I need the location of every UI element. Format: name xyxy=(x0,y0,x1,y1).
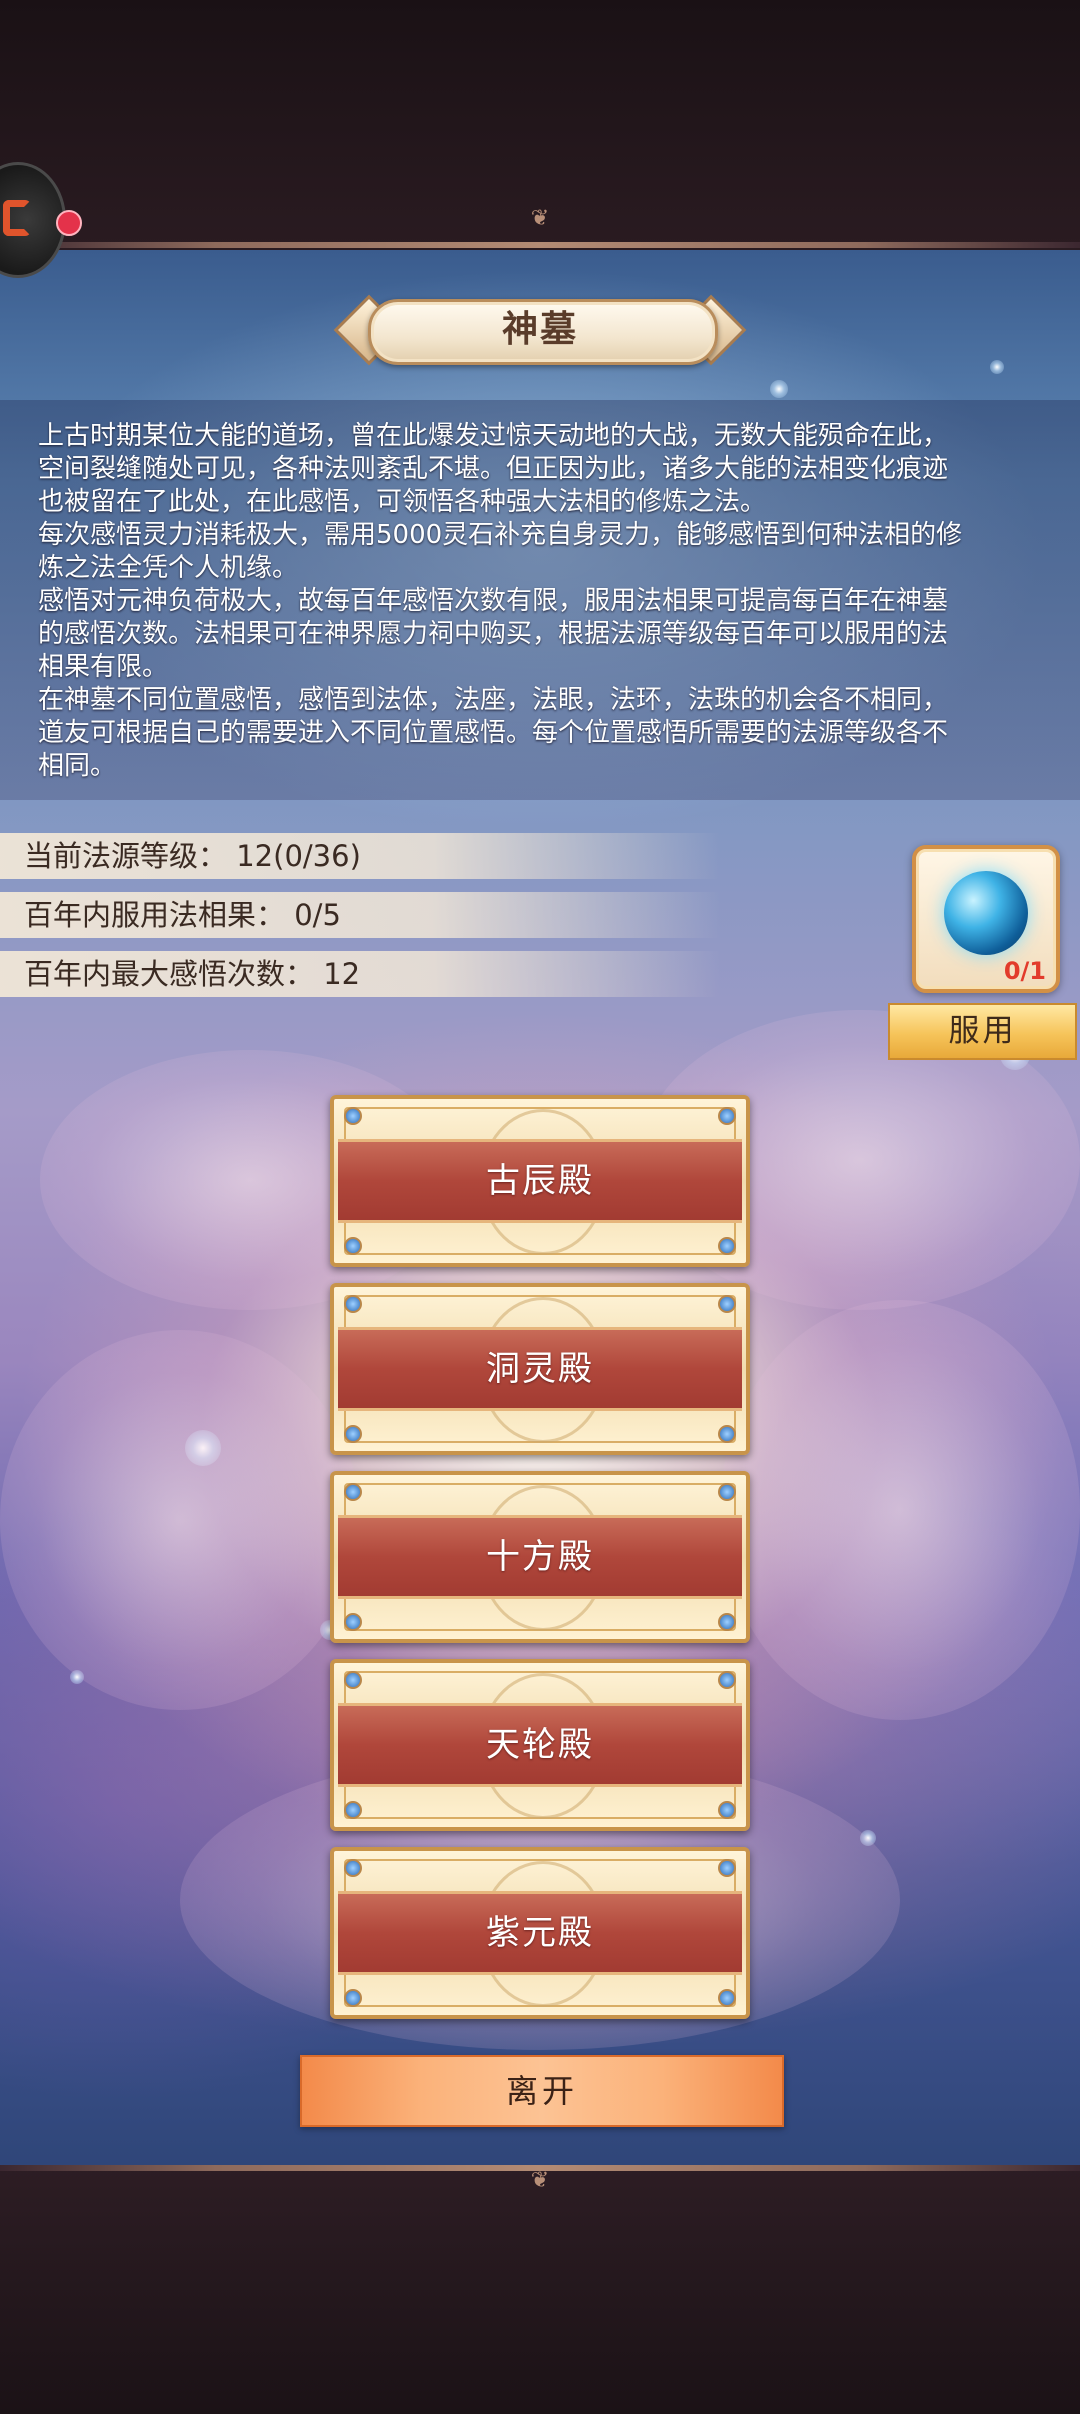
title-banner: 神墓 xyxy=(330,294,750,366)
game-screen: ❦ ❦ 神墓 上古时期某位大能的道场，曾在此爆发过惊天动地的大战，无数大能殒命在… xyxy=(0,0,1080,2414)
gem-icon xyxy=(718,1801,736,1819)
blue-orb-icon xyxy=(944,871,1028,955)
gem-icon xyxy=(718,1859,736,1877)
gem-icon xyxy=(718,1425,736,1443)
star-icon xyxy=(990,360,1004,374)
gem-icon xyxy=(344,1237,362,1255)
gem-icon xyxy=(344,1425,362,1443)
stat-value: 12 xyxy=(323,957,361,991)
cloud-decoration xyxy=(0,1330,360,1710)
hall-button-shifang[interactable]: 十方殿 xyxy=(330,1471,750,1643)
hall-button-tianlun[interactable]: 天轮殿 xyxy=(330,1659,750,1831)
hall-button-ziyuan[interactable]: 紫元殿 xyxy=(330,1847,750,2019)
hall-label: 洞灵殿 xyxy=(486,1349,594,1389)
hall-button-dongling[interactable]: 洞灵殿 xyxy=(330,1283,750,1455)
gem-icon xyxy=(718,1989,736,2007)
gem-icon xyxy=(344,1989,362,2007)
description-text: 上古时期某位大能的道场，曾在此爆发过惊天动地的大战，无数大能殒命在此， 空间裂缝… xyxy=(38,421,963,781)
stat-value: 0/5 xyxy=(294,898,341,932)
gem-icon xyxy=(344,1483,362,1501)
stat-fruit-used: 百年内服用法相果： 0/5 xyxy=(0,892,720,938)
gem-icon xyxy=(344,1671,362,1689)
hall-label: 天轮殿 xyxy=(486,1725,594,1765)
bottom-band xyxy=(0,2165,1080,2414)
stat-max-insight: 百年内最大感悟次数： 12 xyxy=(0,951,720,997)
page-title: 神墓 xyxy=(501,309,578,350)
hall-label: 古辰殿 xyxy=(486,1161,594,1201)
gem-icon xyxy=(718,1671,736,1689)
item-slot[interactable]: 0/1 xyxy=(912,845,1060,993)
hall-label: 十方殿 xyxy=(486,1537,594,1577)
back-icon xyxy=(3,200,31,236)
gem-icon xyxy=(344,1613,362,1631)
stat-label: 百年内最大感悟次数： xyxy=(24,957,315,991)
gem-icon xyxy=(718,1107,736,1125)
gem-icon xyxy=(718,1237,736,1255)
gem-icon xyxy=(344,1295,362,1313)
cloud-decoration xyxy=(720,1300,1080,1720)
gem-icon xyxy=(718,1483,736,1501)
hall-button-guchen[interactable]: 古辰殿 xyxy=(330,1095,750,1267)
gem-icon xyxy=(344,1801,362,1819)
item-count: 0/1 xyxy=(1003,957,1046,985)
gem-icon xyxy=(718,1613,736,1631)
stat-source-level: 当前法源等级： 12(0/36) xyxy=(0,833,720,879)
stat-value: 12(0/36) xyxy=(236,839,361,873)
stat-label: 当前法源等级： xyxy=(24,839,228,873)
leave-button[interactable]: 离开 xyxy=(300,2055,784,2127)
stat-label: 百年内服用法相果： xyxy=(24,898,286,932)
top-ornament-line xyxy=(0,242,1080,248)
bottom-ornament-icon: ❦ xyxy=(530,2168,550,2193)
gem-icon xyxy=(344,1859,362,1877)
notification-dot xyxy=(56,210,82,236)
hall-label: 紫元殿 xyxy=(486,1913,594,1953)
top-ornament-icon: ❦ xyxy=(530,206,550,231)
gem-icon xyxy=(344,1107,362,1125)
use-button[interactable]: 服用 xyxy=(888,1003,1077,1060)
star-icon xyxy=(770,380,788,398)
gem-icon xyxy=(718,1295,736,1313)
